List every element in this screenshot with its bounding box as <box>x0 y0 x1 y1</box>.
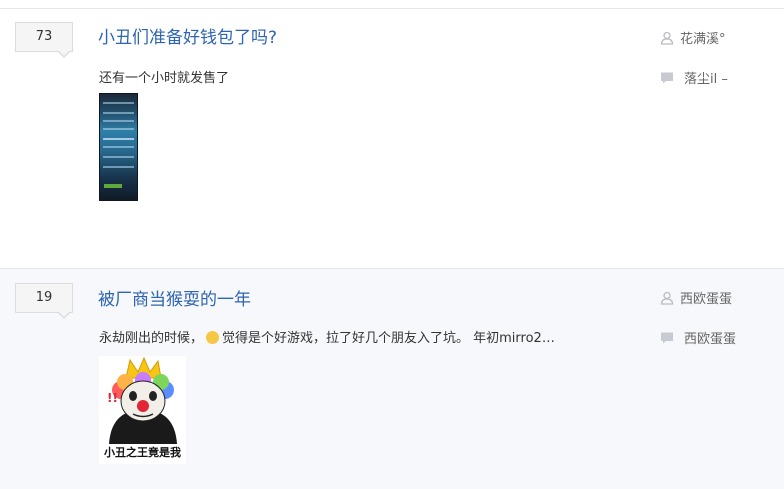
clown-meme-icon: !! <box>107 356 177 444</box>
abstract-text-start: 永劫刚出的时候， <box>99 331 204 346</box>
meme-caption: 小丑之王竟是我 <box>104 446 181 459</box>
thread-thumbnail-image[interactable]: !! 小丑之王竟是我 <box>99 356 186 464</box>
thread-abstract: 永劫刚出的时候， 觉得是个好游戏，拉了好几个朋友入了坑。 年初mirro2… <box>99 327 555 346</box>
abstract-text-end: 觉得是个好游戏，拉了好几个朋友入了坑。 年初mirro2… <box>222 331 555 346</box>
user-icon <box>660 291 674 305</box>
author-name[interactable]: 花满溪° <box>680 28 726 47</box>
svg-text:!!: !! <box>107 391 118 405</box>
thread-list: 73 小丑们准备好钱包了吗? 还有一个小时就发售了 花满溪° 落尘il – 19… <box>0 0 784 489</box>
author-name[interactable]: 西欧蛋蛋 <box>680 288 732 307</box>
thread-last-reply[interactable]: 落尘il – <box>660 68 728 87</box>
thread-thumbnail-image[interactable] <box>99 93 138 201</box>
thread-abstract: 还有一个小时就发售了 <box>99 71 230 86</box>
thread-item: 19 被厂商当猴耍的一年 永劫刚出的时候， 觉得是个好游戏，拉了好几个朋友入了坑。… <box>0 268 784 489</box>
comment-icon <box>661 72 673 83</box>
reply-count-badge: 19 <box>15 283 73 319</box>
thread-last-reply[interactable]: 西欧蛋蛋 <box>660 328 736 347</box>
thread-item: 73 小丑们准备好钱包了吗? 还有一个小时就发售了 花满溪° 落尘il – <box>0 8 784 269</box>
user-icon <box>660 31 674 45</box>
emoji-icon <box>206 331 220 344</box>
thread-author[interactable]: 西欧蛋蛋 <box>660 288 732 307</box>
last-reply-name[interactable]: 落尘il – <box>684 68 728 87</box>
thread-title-link[interactable]: 小丑们准备好钱包了吗? <box>98 23 277 48</box>
reply-count-badge: 73 <box>15 22 73 58</box>
comment-icon <box>661 332 673 343</box>
thread-title-link[interactable]: 被厂商当猴耍的一年 <box>98 285 251 310</box>
thread-author[interactable]: 花满溪° <box>660 28 726 47</box>
last-reply-name[interactable]: 西欧蛋蛋 <box>684 328 736 347</box>
